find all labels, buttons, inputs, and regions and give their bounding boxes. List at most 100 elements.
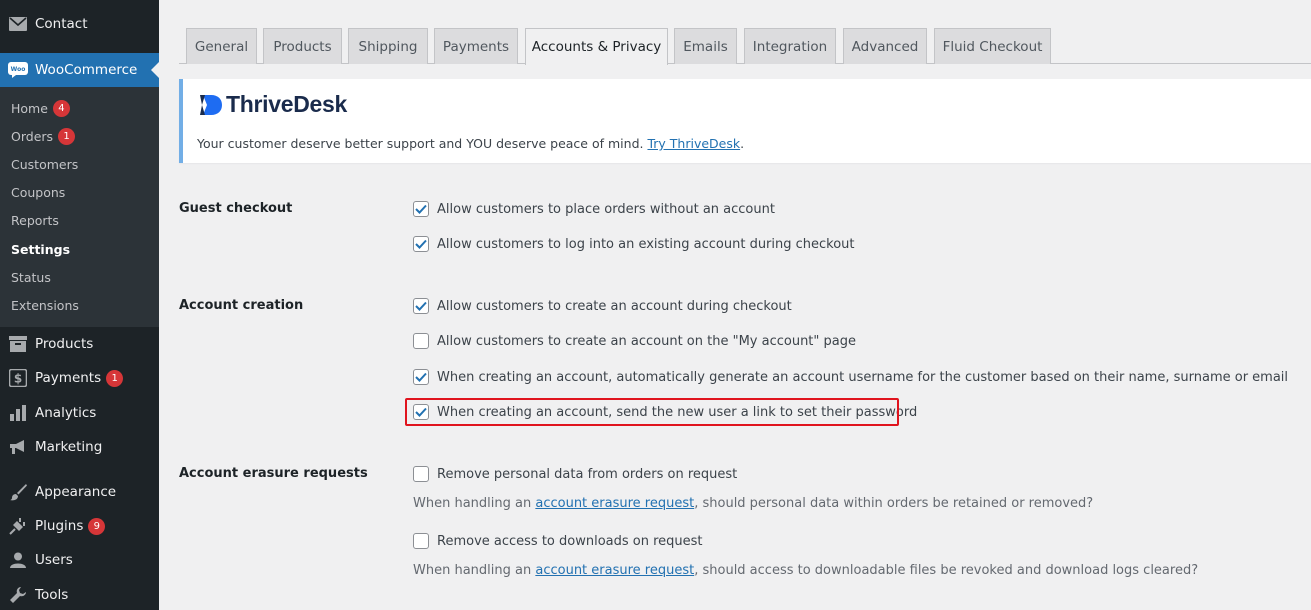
create-at-checkout-text: Allow customers to create an account dur… xyxy=(437,298,792,314)
submenu-settings[interactable]: Settings xyxy=(11,239,70,259)
menu-contact-label: Contact xyxy=(35,16,88,32)
archive-icon xyxy=(8,334,28,354)
mail-icon xyxy=(8,14,28,34)
tab-integration[interactable]: Integration xyxy=(744,28,836,64)
home-count-badge: 4 xyxy=(52,99,70,117)
tab-shipping[interactable]: Shipping xyxy=(348,28,428,64)
submenu-orders[interactable]: Orders 1 xyxy=(11,126,76,146)
submenu-home-label: Home xyxy=(11,100,48,116)
checkmark-icon xyxy=(415,301,427,311)
thrivedesk-logo-icon xyxy=(200,94,222,115)
account-creation-label: Account creation xyxy=(179,298,304,313)
payments-icon: $ xyxy=(8,368,28,388)
tab-payments[interactable]: Payments xyxy=(434,28,518,64)
option-guest-orders[interactable]: Allow customers to place orders without … xyxy=(413,201,775,217)
submenu-extensions[interactable]: Extensions xyxy=(11,295,79,315)
menu-products-label: Products xyxy=(35,336,94,352)
option-remove-downloads[interactable]: Remove access to downloads on request xyxy=(413,533,703,549)
remove-downloads-text: Remove access to downloads on request xyxy=(437,533,703,549)
thrivedesk-message-text: Your customer deserve better support and… xyxy=(197,136,644,151)
guest-login-text: Allow customers to log into an existing … xyxy=(437,236,855,252)
remove-downloads-checkbox[interactable] xyxy=(413,533,429,549)
submenu-home[interactable]: Home 4 xyxy=(11,98,70,118)
guest-login-checkbox[interactable] xyxy=(413,236,429,252)
user-icon xyxy=(8,550,28,570)
menu-contact[interactable]: Contact xyxy=(0,7,159,41)
guest-checkout-label: Guest checkout xyxy=(179,201,293,216)
menu-marketing[interactable]: Marketing xyxy=(0,430,159,464)
submenu-reports[interactable]: Reports xyxy=(11,210,59,230)
option-remove-personal-data[interactable]: Remove personal data from orders on requ… xyxy=(413,466,737,482)
svg-text:$: $ xyxy=(14,372,22,386)
payments-count-badge: 1 xyxy=(106,369,124,387)
menu-analytics-label: Analytics xyxy=(35,405,97,421)
submenu-status[interactable]: Status xyxy=(11,267,51,287)
checkmark-icon xyxy=(415,204,427,214)
create-my-account-text: Allow customers to create an account on … xyxy=(437,333,856,349)
create-my-account-checkbox[interactable] xyxy=(413,333,429,349)
plugins-count-badge: 9 xyxy=(88,517,106,535)
menu-users-label: Users xyxy=(35,552,73,568)
menu-analytics[interactable]: Analytics xyxy=(0,396,159,430)
paintbrush-icon xyxy=(8,482,28,502)
menu-marketing-label: Marketing xyxy=(35,439,103,455)
menu-products[interactable]: Products xyxy=(0,327,159,361)
svg-text:Woo: Woo xyxy=(11,66,26,73)
woocommerce-submenu: Home 4 Orders 1 Customers Coupons Report… xyxy=(0,87,159,327)
option-guest-login[interactable]: Allow customers to log into an existing … xyxy=(413,236,855,252)
menu-payments-label: Payments xyxy=(35,370,102,386)
tab-advanced[interactable]: Advanced xyxy=(843,28,927,64)
menu-plugins-label: Plugins xyxy=(35,518,84,534)
try-thrivedesk-link[interactable]: Try ThriveDesk xyxy=(647,136,740,151)
tab-general[interactable]: General xyxy=(186,28,257,64)
erasure-orders-desc-pre: When handling an xyxy=(413,496,532,511)
admin-sidebar: Contact Woo WooCommerce Home 4 Orders 1 … xyxy=(0,0,159,610)
menu-woocommerce-label: WooCommerce xyxy=(35,62,138,78)
option-generate-username[interactable]: When creating an account, automatically … xyxy=(413,369,1288,385)
thrivedesk-logo: ThriveDesk xyxy=(199,91,347,118)
remove-personal-data-text: Remove personal data from orders on requ… xyxy=(437,466,738,482)
menu-plugins[interactable]: Plugins 9 xyxy=(0,509,159,543)
highlight-box xyxy=(405,398,899,426)
guest-orders-checkbox[interactable] xyxy=(413,201,429,217)
tab-accounts-privacy[interactable]: Accounts & Privacy xyxy=(525,28,668,65)
erasure-downloads-desc-pre: When handling an xyxy=(413,563,532,578)
checkmark-icon xyxy=(415,372,427,382)
megaphone-icon xyxy=(8,437,28,457)
option-create-my-account[interactable]: Allow customers to create an account on … xyxy=(413,333,856,349)
settings-tab-bar: General Products Shipping Payments Accou… xyxy=(179,28,1311,65)
option-create-at-checkout[interactable]: Allow customers to create an account dur… xyxy=(413,298,792,314)
generate-username-checkbox[interactable] xyxy=(413,369,429,385)
erasure-orders-desc-post: , should personal data within orders be … xyxy=(694,496,1094,511)
thrivedesk-logo-text: ThriveDesk xyxy=(226,91,348,117)
remove-personal-data-checkbox[interactable] xyxy=(413,466,429,482)
menu-appearance-label: Appearance xyxy=(35,484,117,500)
menu-tools[interactable]: Tools xyxy=(0,578,159,610)
orders-count-badge: 1 xyxy=(58,127,76,145)
menu-users[interactable]: Users xyxy=(0,543,159,577)
woocommerce-icon: Woo xyxy=(8,60,28,80)
wrench-icon xyxy=(8,585,28,605)
erasure-request-link[interactable]: account erasure request xyxy=(535,563,694,578)
plug-icon xyxy=(8,516,28,536)
bar-chart-icon xyxy=(8,403,28,423)
checkmark-icon xyxy=(415,239,427,249)
submenu-customers[interactable]: Customers xyxy=(11,154,78,174)
guest-orders-text: Allow customers to place orders without … xyxy=(437,201,775,217)
erasure-downloads-desc-post: , should access to downloadable files be… xyxy=(694,563,1199,578)
menu-woocommerce[interactable]: Woo WooCommerce xyxy=(0,53,159,87)
thrivedesk-message-suffix: . xyxy=(740,136,745,151)
erasure-request-link[interactable]: account erasure request xyxy=(535,496,694,511)
tab-fluid-checkout[interactable]: Fluid Checkout xyxy=(934,28,1051,64)
menu-payments[interactable]: $ Payments 1 xyxy=(0,361,159,395)
tab-emails[interactable]: Emails xyxy=(674,28,737,64)
generate-username-text: When creating an account, automatically … xyxy=(437,369,1289,385)
erasure-downloads-description: When handling an account erasure request… xyxy=(413,563,1198,578)
submenu-coupons[interactable]: Coupons xyxy=(11,182,65,202)
tab-products[interactable]: Products xyxy=(263,28,342,64)
erasure-orders-description: When handling an account erasure request… xyxy=(413,496,1093,511)
menu-tools-label: Tools xyxy=(35,587,69,603)
thrivedesk-message: Your customer deserve better support and… xyxy=(197,136,744,151)
menu-appearance[interactable]: Appearance xyxy=(0,475,159,509)
create-at-checkout-checkbox[interactable] xyxy=(413,298,429,314)
